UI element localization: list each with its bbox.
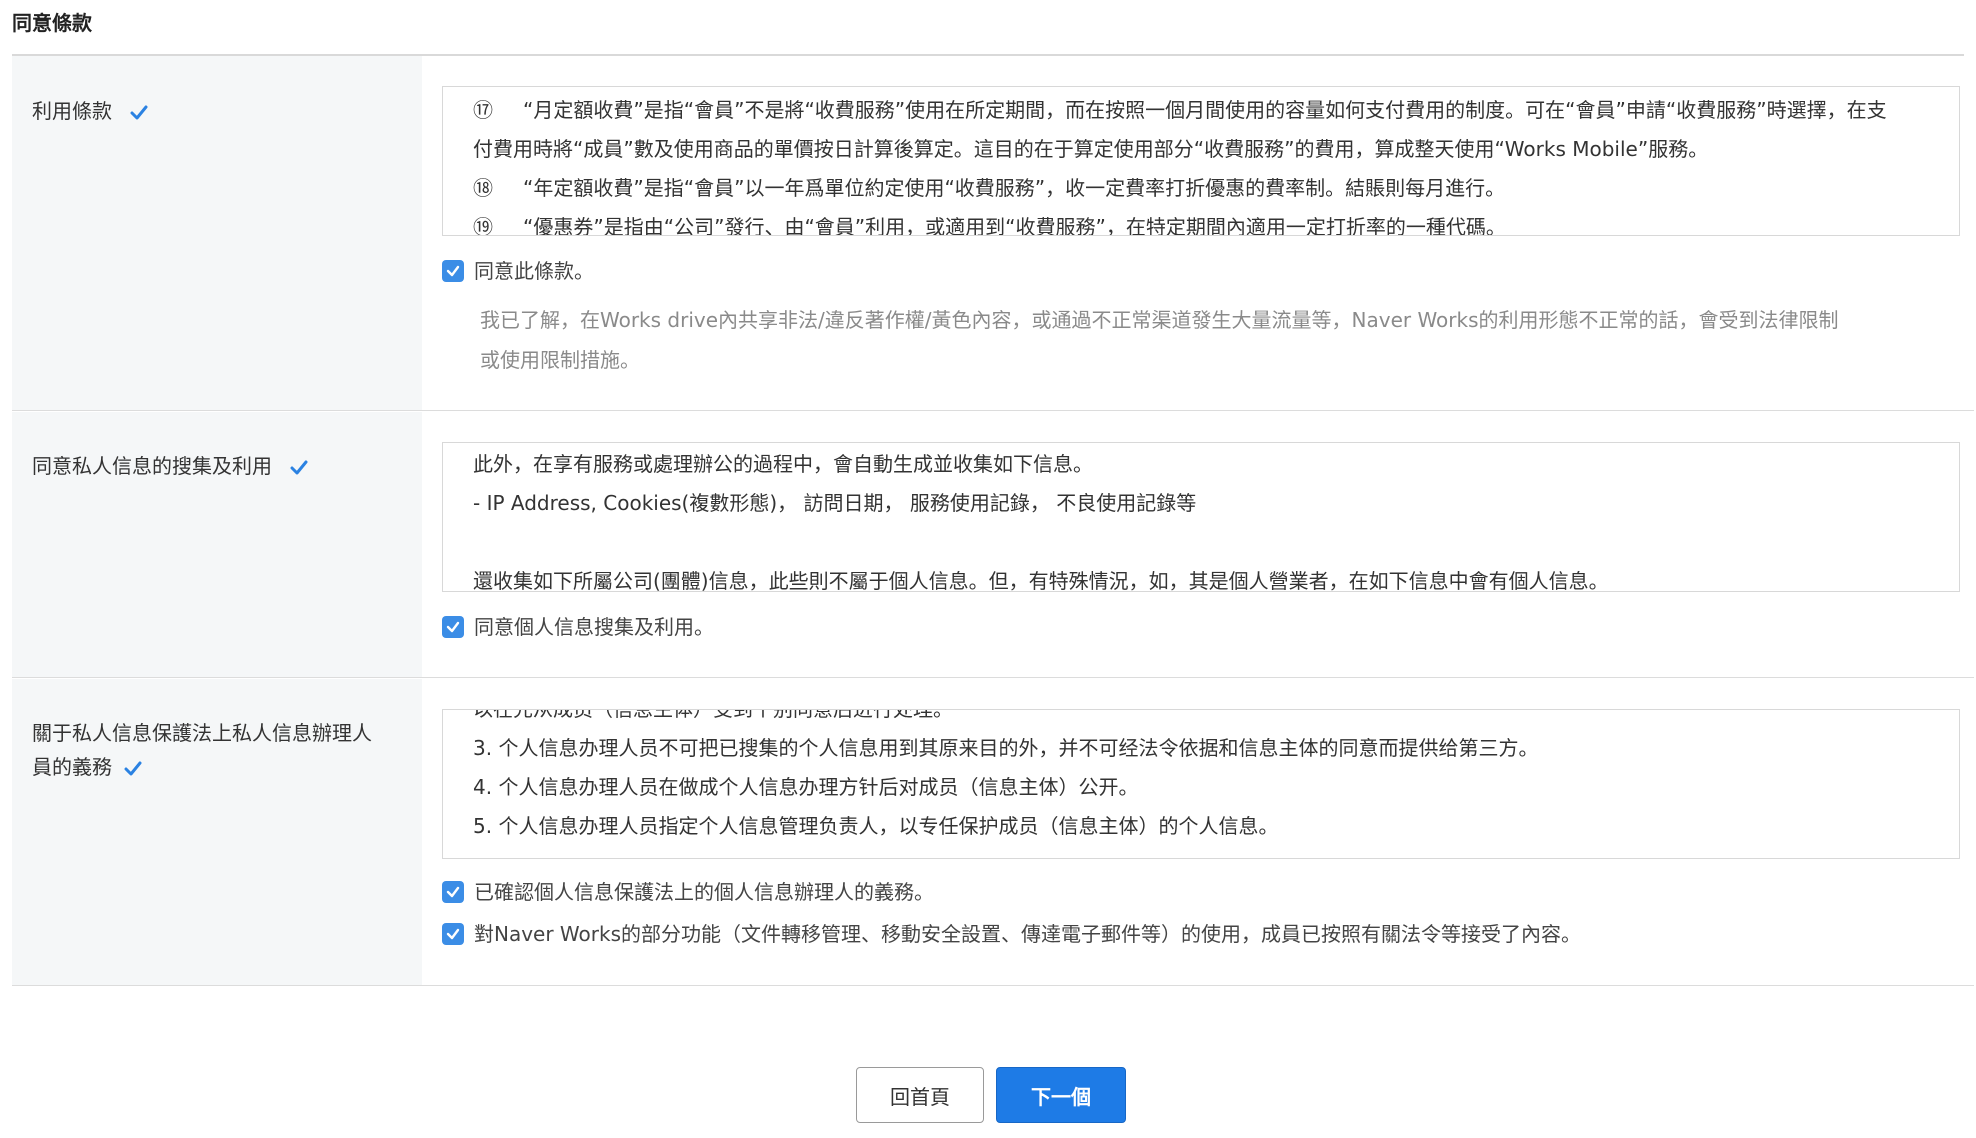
terms-line: ⑰ “月定額收費”是指“會員”不是將“收費服務”使用在所定期間，而在按照一個月間使… (473, 91, 1939, 130)
terms-content-box[interactable]: ⑰ “月定額收費”是指“會員”不是將“收費服務”使用在所定期間，而在按照一個月間使… (442, 86, 1960, 236)
terms-line: ⑱ “年定額收費”是指“會員”以一年爲單位約定使用“收費服務”，收一定費率打折優惠… (473, 169, 1939, 208)
checkbox-checked-icon[interactable] (442, 880, 464, 903)
checkbox-checked-icon[interactable] (442, 922, 464, 945)
duty-label-line: 員的義務 (32, 755, 112, 779)
terms-note-line: 我已了解，在Works drive內共享非法/違反著作權/黃色內容，或通過不正常… (480, 308, 1839, 332)
terms-note: 我已了解，在Works drive內共享非法/違反著作權/黃色內容，或通過不正常… (480, 300, 1920, 380)
privacy-agree-label: 同意個人信息搜集及利用。 (474, 615, 714, 639)
duty-confirm-label: 已確認個人信息保護法上的個人信息辦理人的義務。 (474, 880, 934, 904)
duty-section: 關于私人信息保護法上私人信息辦理人 員的義務 以在先从成员（信息主体）受到个别同… (12, 679, 1974, 986)
check-icon (124, 761, 142, 775)
duty-label: 關于私人信息保護法上私人信息辦理人 員的義務 (32, 716, 372, 784)
duty-line: 3. 个人信息办理人员不可把已搜集的个人信息用到其原来目的外，并不可经法令依据和… (473, 736, 1539, 760)
checkbox-checked-icon[interactable] (442, 615, 464, 638)
terms-section: 利用條款 ⑰ “月定額收費”是指“會員”不是將“收費服務”使用在所定期間，而在按照… (12, 56, 1974, 411)
item-number: ⑱ (473, 176, 493, 200)
home-button[interactable]: 回首頁 (856, 1067, 984, 1123)
terms-line-text: 付費用時將“成員”數及使用商品的單價按日計算後算定。這目的在于算定使用部分“收費… (473, 137, 1709, 161)
terms-agree-checkbox[interactable]: 同意此條款。 (442, 256, 594, 286)
duty-line: 以在先从成员（信息主体）受到个别同意后进行处理。 (473, 709, 953, 721)
privacy-line (473, 523, 1939, 562)
privacy-content-box[interactable]: 此外，在享有服務或處理辦公的過程中，會自動生成並收集如下信息。 - IP Add… (442, 442, 1960, 592)
page-title: 同意條款 (12, 11, 92, 35)
terms-agree-label: 同意此條款。 (474, 259, 594, 283)
privacy-line: - IP Address, Cookies(複數形態)， 訪問日期， 服務使用記… (473, 491, 1197, 515)
features-consent-checkbox[interactable]: 對Naver Works的部分功能（文件轉移管理、移動安全設置、傳達電子郵件等）… (442, 919, 1581, 949)
item-number: ⑲ (473, 215, 493, 236)
item-number: ⑰ (473, 98, 493, 122)
terms-line-text: “年定額收費”是指“會員”以一年爲單位約定使用“收費服務”，收一定費率打折優惠的… (523, 176, 1506, 200)
terms-note-line: 或使用限制措施。 (480, 348, 640, 372)
privacy-line: 此外，在享有服務或處理辦公的過程中，會自動生成並收集如下信息。 (473, 452, 1093, 476)
privacy-agree-checkbox[interactable]: 同意個人信息搜集及利用。 (442, 612, 714, 642)
check-icon (290, 460, 308, 474)
privacy-label: 同意私人信息的搜集及利用 (32, 449, 308, 483)
terms-line: ⑲ “優惠券”是指由“公司”發行、由“會員”利用，或適用到“收費服務”，在特定期間… (473, 208, 1939, 236)
check-icon (130, 105, 148, 119)
privacy-section: 同意私人信息的搜集及利用 此外，在享有服務或處理辦公的過程中，會自動生成並收集如… (12, 412, 1974, 678)
terms-line: 付費用時將“成員”數及使用商品的單價按日計算後算定。這目的在于算定使用部分“收費… (473, 130, 1939, 169)
privacy-label-text: 同意私人信息的搜集及利用 (32, 454, 272, 478)
duty-content-box[interactable]: 以在先从成员（信息主体）受到个别同意后进行处理。 3. 个人信息办理人员不可把已… (442, 709, 1960, 859)
terms-label: 利用條款 (32, 94, 148, 128)
features-consent-label: 對Naver Works的部分功能（文件轉移管理、移動安全設置、傳達電子郵件等）… (474, 922, 1582, 946)
next-button[interactable]: 下一個 (996, 1067, 1126, 1123)
checkbox-checked-icon[interactable] (442, 259, 464, 282)
terms-line-text: “優惠券”是指由“公司”發行、由“會員”利用，或適用到“收費服務”，在特定期間內… (523, 215, 1506, 236)
duty-label-line: 關于私人信息保護法上私人信息辦理人 (32, 721, 372, 745)
terms-label-text: 利用條款 (32, 99, 112, 123)
terms-line-text: “月定額收費”是指“會員”不是將“收費服務”使用在所定期間，而在按照一個月間使用… (523, 98, 1887, 122)
privacy-line: 還收集如下所屬公司(團體)信息，此些則不屬于個人信息。但，有特殊情況，如，其是個… (473, 569, 1609, 592)
duty-confirm-checkbox[interactable]: 已確認個人信息保護法上的個人信息辦理人的義務。 (442, 877, 934, 907)
duty-line: 5. 个人信息办理人员指定个人信息管理负责人，以专任保护成员（信息主体）的个人信… (473, 814, 1279, 838)
duty-line: 4. 个人信息办理人员在做成个人信息办理方针后对成员（信息主体）公开。 (473, 775, 1139, 799)
